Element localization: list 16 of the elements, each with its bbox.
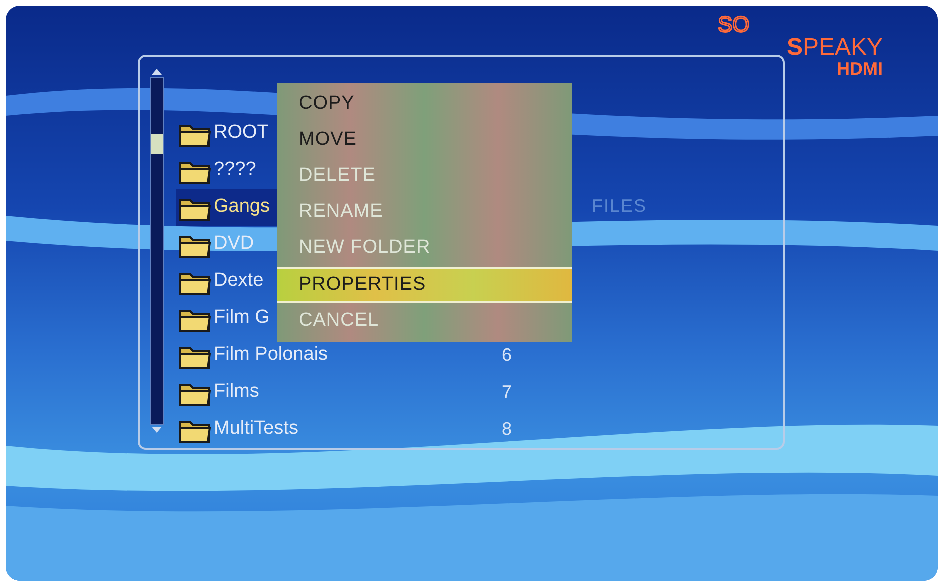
- file-count: 6: [502, 344, 512, 367]
- file-count: 7: [502, 381, 512, 404]
- folder-name: Films: [214, 380, 260, 404]
- file-count: 8: [502, 418, 512, 441]
- folder-name: ROOT: [214, 121, 269, 146]
- logo-text: SO: [718, 14, 750, 36]
- folder-name: Gangs: [214, 195, 270, 220]
- folder-name: Film Polonais: [214, 343, 328, 368]
- folder-name: ????: [214, 158, 256, 182]
- logo-text: SPEAKY: [786, 36, 883, 60]
- folder-name: Dexte: [214, 269, 264, 294]
- folder-name: MultiTests: [214, 417, 298, 442]
- column-header: FILES: [592, 195, 648, 218]
- logo-text: HDMI: [837, 60, 883, 78]
- folder-name: Film G: [214, 306, 270, 330]
- folder-name: DVD: [214, 232, 254, 256]
